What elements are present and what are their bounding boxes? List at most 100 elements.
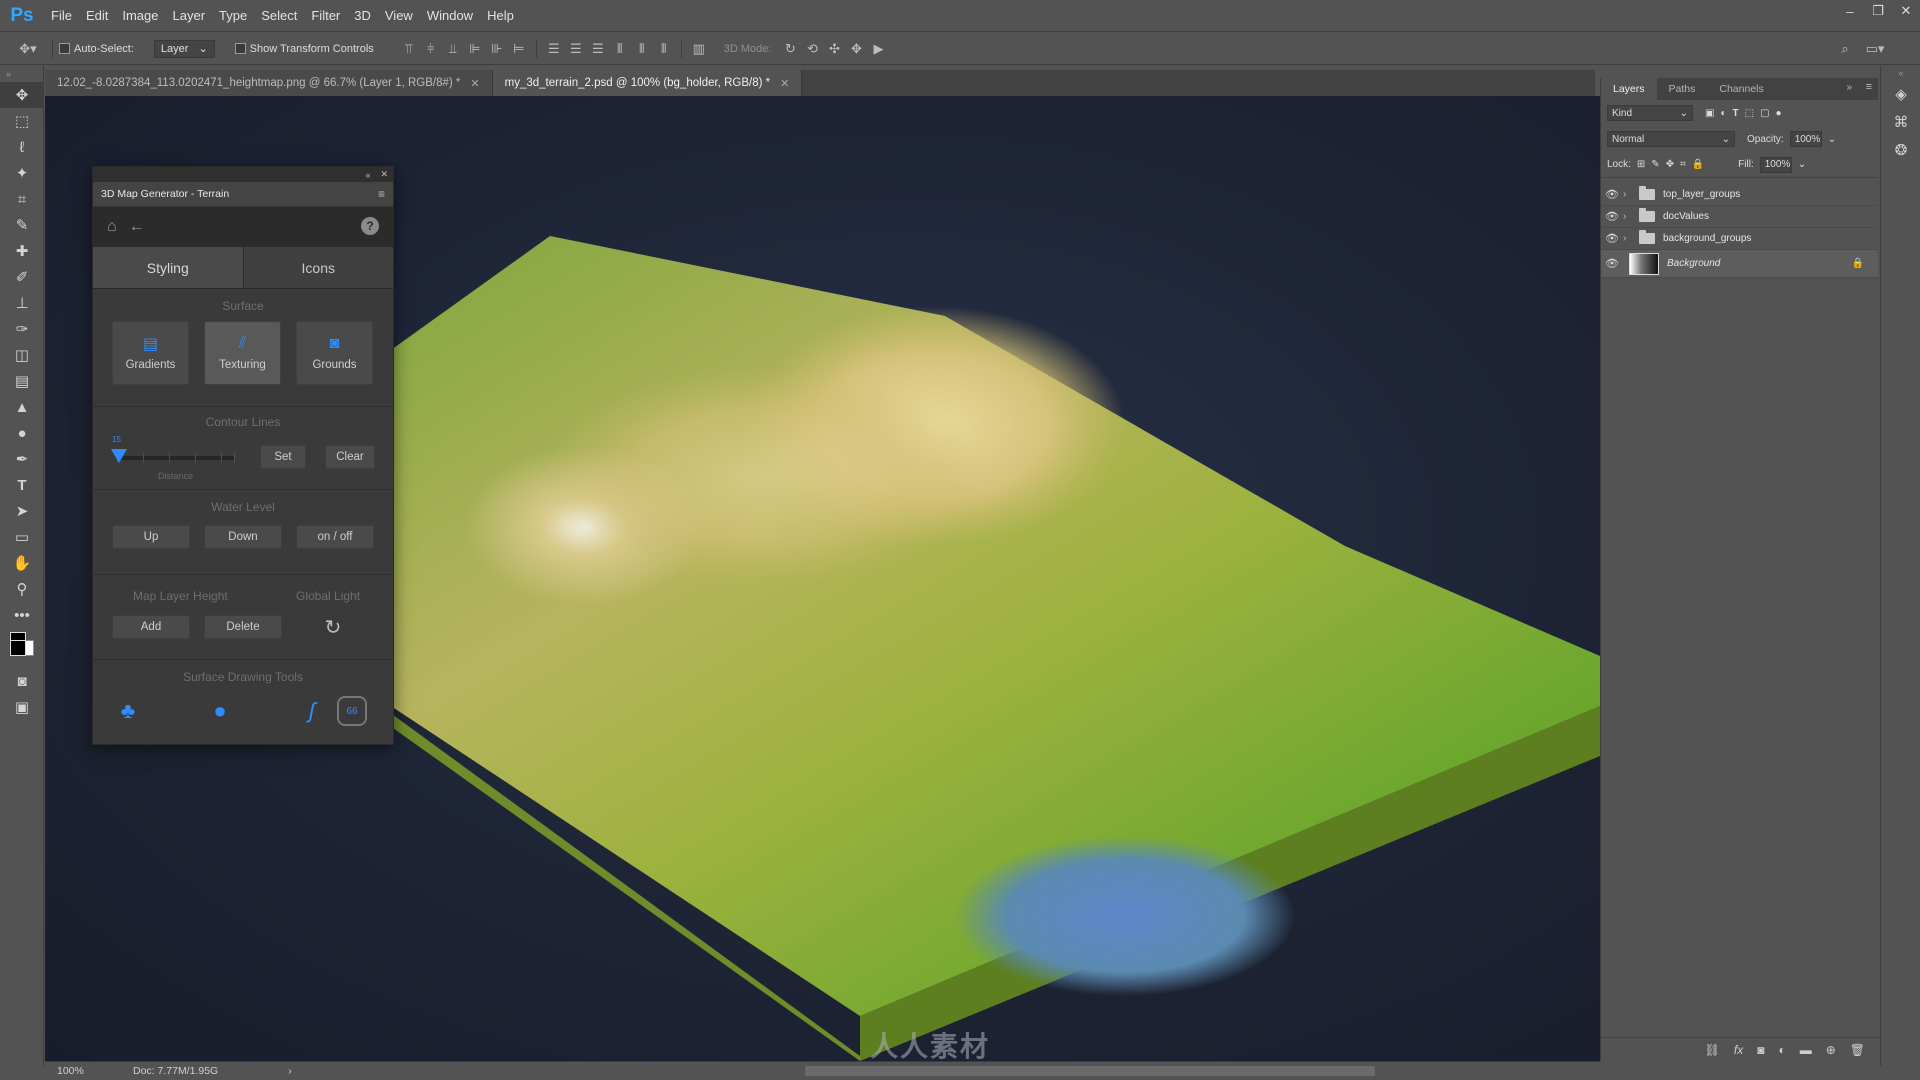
smartobject-filter-icon[interactable]: ▢ [1760,108,1769,119]
tab-paths[interactable]: Paths [1657,78,1708,100]
shape-filter-icon[interactable]: ⬚ [1745,108,1754,119]
slider-handle[interactable] [111,449,127,463]
close-window-button[interactable]: ✕ [1892,0,1920,22]
trash-icon[interactable]: 🗑 [1850,1043,1865,1057]
texturing-button[interactable]: ⫽ Texturing [204,321,281,385]
paths-panel-icon[interactable]: ⌘ [1881,108,1920,136]
chevron-down-icon[interactable]: ⌄ [1828,134,1836,145]
menu-edit[interactable]: Edit [79,0,115,32]
fill-field[interactable]: 100% [1759,156,1792,173]
menu-3d[interactable]: 3D [347,0,378,32]
dodge-tool-icon[interactable]: ● [0,420,44,446]
grounds-button[interactable]: ◙ Grounds [296,321,373,385]
layer-delete-button[interactable]: Delete [204,615,282,639]
show-transform-checkbox[interactable] [234,43,246,54]
screen-mode-icon[interactable]: ▣ [0,694,44,720]
menu-filter[interactable]: Filter [304,0,347,32]
align-right-icon[interactable]: ⊨ [508,40,530,58]
layer-row-background[interactable]: 👁 Background 🔒 [1601,250,1878,278]
layer-add-button[interactable]: Add [112,615,190,639]
distribute-right-icon[interactable]: ⦀ [653,40,675,58]
workspace-icon[interactable]: ▭▾ [1860,40,1890,58]
contour-slider[interactable] [111,449,235,463]
3d-orbit-icon[interactable]: ↻ [779,40,801,58]
lock-all-icon[interactable]: 🔒 [1692,159,1704,170]
menu-view[interactable]: View [378,0,420,32]
lock-transparent-icon[interactable]: ⊞ [1637,159,1645,170]
distribute-bottom-icon[interactable]: ☰ [587,40,609,58]
close-icon[interactable]: ✕ [780,77,789,90]
hand-tool-icon[interactable]: ✋ [0,550,44,576]
new-group-icon[interactable]: ▬ [1800,1043,1812,1057]
rectangle-tool-icon[interactable]: ▭ [0,524,44,550]
auto-select-checkbox[interactable] [59,43,70,54]
tab-channels[interactable]: Channels [1707,78,1775,100]
search-icon[interactable]: ⌕ [1834,40,1856,58]
close-panel-icon[interactable]: ✕ [380,169,388,180]
menu-help[interactable]: Help [480,0,521,32]
lock-position-icon[interactable]: ✥ [1666,159,1674,170]
add-mask-icon[interactable]: ◙ [1757,1043,1764,1057]
back-icon[interactable]: ← [129,218,145,236]
toolbar-collapse-icon[interactable]: » [0,66,44,82]
distribute-top-icon[interactable]: ☰ [543,40,565,58]
blend-mode-dropdown[interactable]: Normal ⌄ [1607,131,1735,147]
contour-set-button[interactable]: Set [260,445,306,469]
panel-menu-icon[interactable]: ≡ [378,187,385,201]
restore-button[interactable]: ❐ [1864,0,1892,22]
auto-align-icon[interactable]: ▥ [688,40,710,58]
visibility-eye-icon[interactable]: 👁 [1601,210,1623,223]
3d-scale-icon[interactable]: ▶ [867,40,889,58]
contour-clear-button[interactable]: Clear [325,445,375,469]
horizontal-scrollbar[interactable] [805,1066,1375,1076]
tab-styling[interactable]: Styling [93,247,244,288]
crop-tool-icon[interactable]: ⌗ [0,186,44,212]
eyedropper-tool-icon[interactable]: ✎ [0,212,44,238]
3d-pan-icon[interactable]: ✣ [823,40,845,58]
menu-select[interactable]: Select [254,0,304,32]
collapse-icon[interactable]: « [1881,66,1920,80]
path-selection-tool-icon[interactable]: ➤ [0,498,44,524]
tab-layers[interactable]: Layers [1601,78,1657,100]
home-icon[interactable]: ⌂ [107,218,117,236]
road-sign-tool-icon[interactable]: 66 [337,696,367,726]
visibility-eye-icon[interactable]: 👁 [1601,232,1623,245]
move-tool-icon[interactable]: ✥ [0,82,44,108]
expand-chevron-icon[interactable]: › [1623,233,1633,244]
magic-wand-tool-icon[interactable]: ✦ [0,160,44,186]
water-toggle-button[interactable]: on / off [296,525,374,549]
expand-chevron-icon[interactable]: › [1623,211,1633,222]
collapse-panel-icon[interactable]: « [365,170,370,180]
channels-panel-icon[interactable]: ❂ [1881,136,1920,164]
menu-layer[interactable]: Layer [166,0,213,32]
tab-icons[interactable]: Icons [243,247,393,288]
visibility-eye-icon[interactable]: 👁 [1601,188,1623,201]
more-tools-icon[interactable]: ••• [0,602,44,628]
adjustment-layer-icon[interactable]: ◐ [1778,1043,1785,1057]
visibility-eye-icon[interactable]: 👁 [1601,257,1623,270]
clone-stamp-tool-icon[interactable]: ⊥ [0,290,44,316]
new-layer-icon[interactable]: ⊕ [1826,1043,1836,1057]
tab-heightmap[interactable]: 12.02_-8.0287384_113.0202471_heightmap.p… [45,70,493,96]
distribute-hcenter-icon[interactable]: ⦀ [631,40,653,58]
opacity-field[interactable]: 100% [1789,131,1822,147]
link-layers-icon[interactable]: ⛓ [1705,1043,1720,1057]
panel-menu-icon[interactable]: ≡ [1866,81,1872,93]
marquee-tool-icon[interactable]: ⬚ [0,108,44,134]
type-filter-icon[interactable]: T [1733,108,1739,119]
tree-tool-icon[interactable]: ♣ [113,696,143,726]
3d-slide-icon[interactable]: ✥ [845,40,867,58]
adjustment-filter-icon[interactable]: ◐ [1720,108,1726,119]
layer-row[interactable]: 👁 › docValues [1601,206,1878,228]
tab-terrain[interactable]: my_3d_terrain_2.psd @ 100% (bg_holder, R… [492,70,803,96]
gradient-tool-icon[interactable]: ▤ [0,368,44,394]
zoom-tool-icon[interactable]: ⚲ [0,576,44,602]
layers-panel-icon[interactable]: ◈ [1881,80,1920,108]
quick-mask-icon[interactable]: ◙ [0,668,44,694]
blur-tool-icon[interactable]: ▲ [0,394,44,420]
zoom-level[interactable]: 100% [57,1065,117,1077]
kind-filter-dropdown[interactable]: Kind ⌄ [1607,105,1693,121]
align-hcenter-icon[interactable]: ⊪ [486,40,508,58]
global-light-icon[interactable]: ↻ [321,615,345,639]
forest-tool-icon[interactable]: ● [205,696,235,726]
